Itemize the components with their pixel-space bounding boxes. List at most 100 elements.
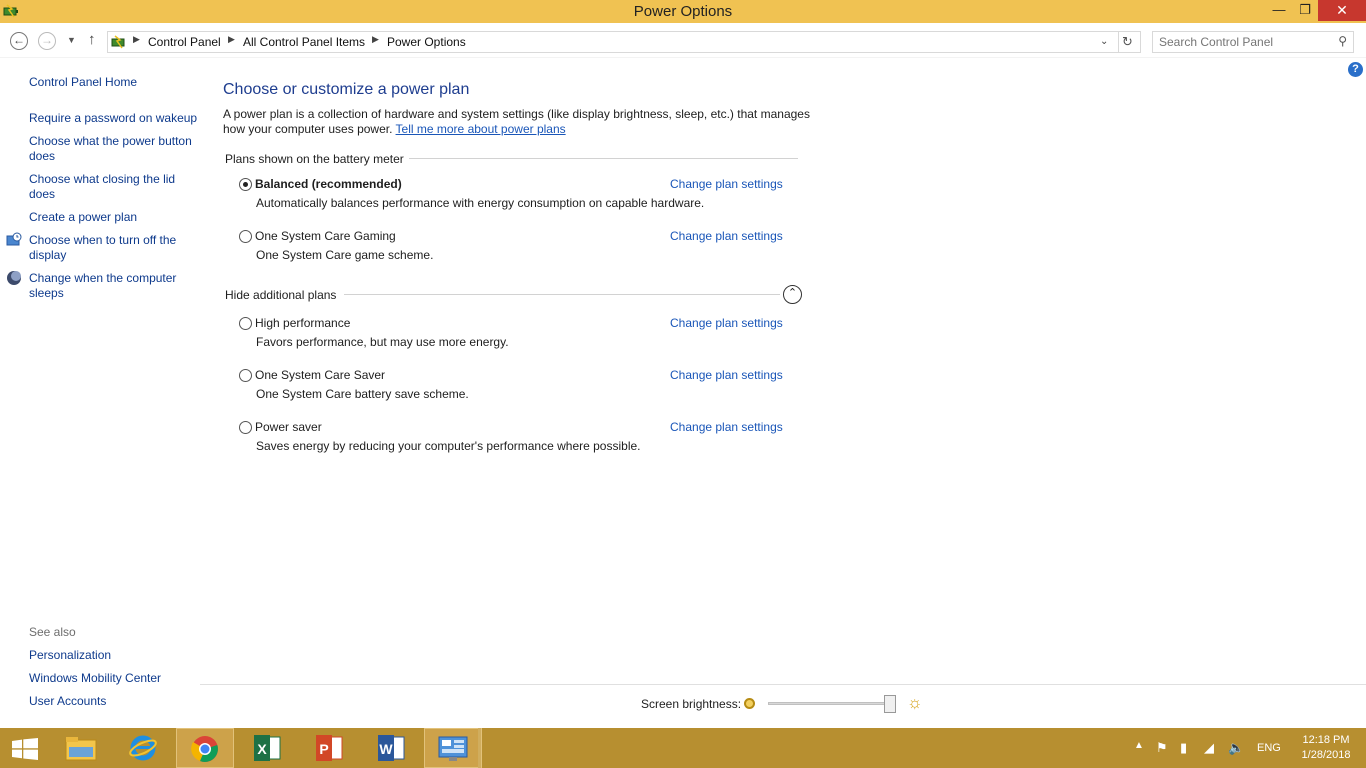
close-button[interactable]: ✕ [1318, 0, 1366, 21]
powerpoint-icon: P [316, 735, 343, 761]
taskbar-divider [478, 728, 481, 768]
breadcrumb-all-items[interactable]: All Control Panel Items [243, 35, 365, 49]
battery-icon[interactable]: ▮ [1180, 740, 1187, 756]
taskbar-powerpoint[interactable]: P [300, 728, 358, 768]
sidebar-computer-sleeps[interactable]: Change when the computer sleeps [29, 271, 189, 301]
address-bar[interactable]: ▶ Control Panel ▶ All Control Panel Item… [107, 31, 1141, 53]
taskbar-internet-explorer[interactable] [114, 728, 172, 768]
section-divider [409, 158, 798, 159]
folder-icon [65, 737, 97, 761]
help-icon[interactable]: ? [1348, 62, 1363, 77]
svg-text:X: X [257, 741, 267, 757]
plan-saver-osc-name[interactable]: One System Care Saver [255, 368, 385, 382]
word-icon: W [378, 735, 405, 761]
plan-high-performance-change-link[interactable]: Change plan settings [670, 316, 783, 330]
address-dropdown-icon[interactable]: ⌄ [1100, 36, 1108, 47]
plan-balanced-change-link[interactable]: Change plan settings [670, 177, 783, 191]
taskbar-control-panel[interactable] [424, 728, 482, 768]
bright-sun-icon: ☼ [907, 693, 923, 712]
search-box[interactable]: ⚲ [1152, 31, 1354, 53]
taskbar-word[interactable]: W [362, 728, 420, 768]
page-title: Choose or customize a power plan [223, 81, 470, 98]
section-divider [344, 294, 780, 295]
plan-power-saver-desc: Saves energy by reducing your computer's… [256, 439, 641, 453]
control-panel-app-icon [438, 736, 468, 761]
refresh-icon[interactable]: ↻ [1122, 34, 1133, 50]
plan-balanced-desc: Automatically balances performance with … [256, 196, 705, 210]
minimize-button[interactable]: — [1266, 0, 1292, 21]
sidebar-turn-off-display[interactable]: Choose when to turn off the display [29, 233, 189, 263]
action-center-flag-icon[interactable]: ⚑ [1156, 740, 1168, 756]
breadcrumb-control-panel[interactable]: Control Panel [148, 35, 221, 49]
plan-saver-osc-desc: One System Care battery save scheme. [256, 387, 469, 401]
search-icon[interactable]: ⚲ [1338, 34, 1347, 48]
see-also-personalization[interactable]: Personalization [29, 648, 199, 663]
address-divider [1118, 32, 1119, 52]
plan-gaming-desc: One System Care game scheme. [256, 248, 434, 262]
breadcrumb-power-options[interactable]: Power Options [387, 35, 466, 49]
taskbar-file-explorer[interactable] [52, 728, 110, 768]
excel-icon: X [254, 735, 281, 761]
start-windows-icon[interactable] [12, 738, 38, 760]
plan-high-performance-name[interactable]: High performance [255, 316, 350, 330]
sidebar-create-plan[interactable]: Create a power plan [29, 210, 199, 225]
see-also-heading: See also [29, 625, 76, 639]
brightness-slider-thumb[interactable] [884, 695, 896, 713]
bottom-divider [200, 684, 1366, 685]
title-bar: Power Options — ❐ ✕ [0, 0, 1366, 23]
plan-power-saver-radio[interactable] [239, 421, 252, 434]
internet-explorer-icon [129, 735, 157, 761]
plan-high-performance-desc: Favors performance, but may use more ene… [256, 335, 509, 349]
svg-text:P: P [319, 741, 328, 757]
clock-date: 1/28/2018 [1301, 749, 1351, 761]
additional-plans-toggle-label[interactable]: Hide additional plans [225, 288, 336, 302]
sleep-moon-icon [7, 271, 21, 285]
see-also-mobility-center[interactable]: Windows Mobility Center [29, 671, 199, 686]
show-hidden-icons-chevron-icon[interactable]: ▲ [1134, 740, 1144, 751]
plan-gaming-radio[interactable] [239, 230, 252, 243]
clock-time: 12:18 PM [1302, 734, 1350, 746]
sidebar-require-password[interactable]: Require a password on wakeup [29, 111, 199, 126]
window-title: Power Options [633, 3, 733, 20]
plan-power-saver-change-link[interactable]: Change plan settings [670, 420, 783, 434]
plan-power-saver-name[interactable]: Power saver [255, 420, 322, 434]
back-button[interactable]: ← [10, 32, 28, 50]
plan-saver-osc-change-link[interactable]: Change plan settings [670, 368, 783, 382]
learn-more-link[interactable]: Tell me more about power plans [396, 122, 566, 136]
page-description: A power plan is a collection of hardware… [223, 107, 823, 137]
recent-locations-chevron-icon[interactable]: ▼ [67, 35, 76, 45]
collapse-chevron-up-icon[interactable]: ⌃ [783, 285, 802, 304]
plan-gaming-change-link[interactable]: Change plan settings [670, 229, 783, 243]
volume-speaker-icon[interactable]: 🔈 [1228, 740, 1244, 756]
plan-balanced-radio[interactable] [239, 178, 252, 191]
up-arrow-icon[interactable]: ↑ [88, 31, 96, 48]
see-also-user-accounts[interactable]: User Accounts [29, 694, 199, 709]
battery-meter-section-title: Plans shown on the battery meter [225, 152, 404, 166]
breadcrumb-separator-icon: ▶ [133, 34, 140, 44]
taskbar-excel[interactable]: X [238, 728, 296, 768]
plan-gaming-name[interactable]: One System Care Gaming [255, 229, 396, 243]
brightness-slider-track[interactable] [768, 702, 896, 705]
plan-high-performance-radio[interactable] [239, 317, 252, 330]
breadcrumb-separator-icon: ▶ [372, 34, 379, 44]
sidebar-control-panel-home[interactable]: Control Panel Home [29, 75, 199, 90]
chrome-icon [191, 736, 218, 762]
taskbar-chrome[interactable] [176, 728, 234, 768]
control-panel-icon [111, 35, 125, 49]
search-input[interactable] [1159, 35, 1329, 49]
network-signal-icon[interactable]: ◢ [1204, 740, 1214, 756]
forward-button[interactable]: → [38, 32, 56, 50]
input-language[interactable]: ENG [1257, 742, 1281, 754]
svg-text:W: W [379, 741, 393, 757]
dim-brightness-icon [744, 698, 755, 709]
screen-brightness-label: Screen brightness: [641, 697, 742, 711]
sidebar-closing-lid[interactable]: Choose what closing the lid does [29, 172, 184, 202]
plan-saver-osc-radio[interactable] [239, 369, 252, 382]
restore-button[interactable]: ❐ [1292, 0, 1318, 21]
plan-balanced-name[interactable]: Balanced (recommended) [255, 177, 402, 191]
navigation-bar: ← → ▼ ↑ ▶ Control Panel ▶ All Control Pa… [0, 23, 1366, 58]
clock[interactable]: 12:18 PM 1/28/2018 [1296, 733, 1356, 763]
breadcrumb-separator-icon: ▶ [228, 34, 235, 44]
sidebar-power-button[interactable]: Choose what the power button does [29, 134, 197, 164]
display-clock-icon [6, 232, 22, 246]
